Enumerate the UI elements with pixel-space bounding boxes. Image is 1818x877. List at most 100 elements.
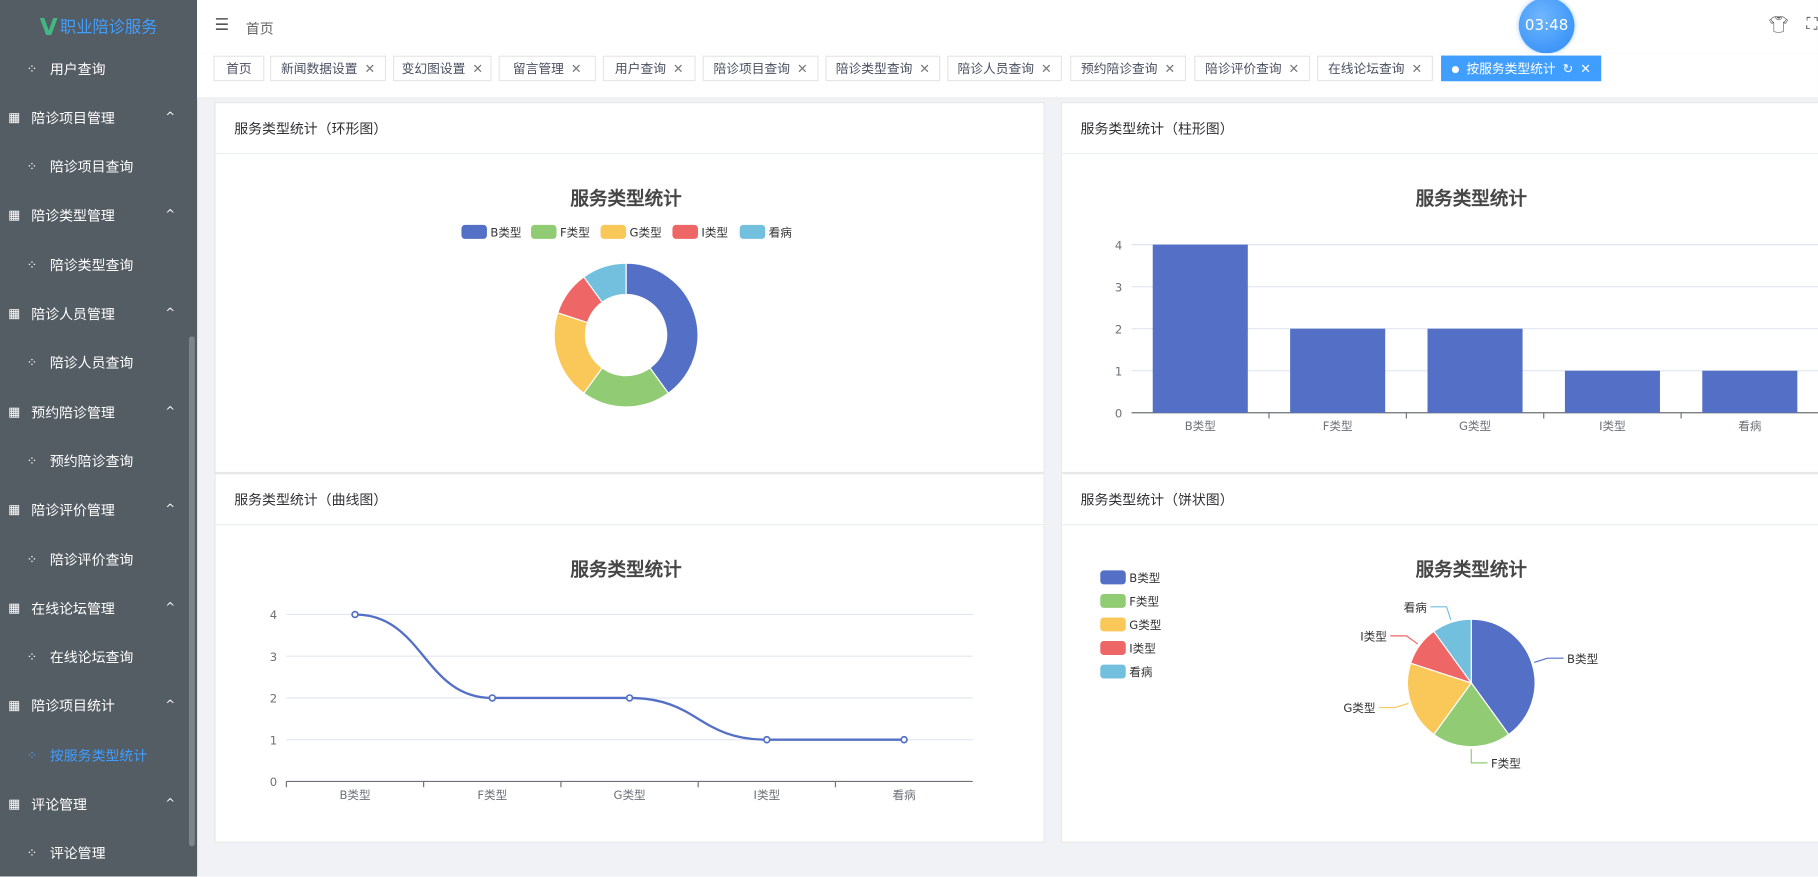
slice-label-0: B类型 — [1567, 652, 1599, 666]
app-title: 职业陪诊服务 — [59, 18, 158, 38]
label-line-1 — [1470, 748, 1488, 764]
tab-2[interactable]: 变幻图设置 ✕ — [393, 55, 492, 82]
breadcrumb[interactable]: 首页 — [246, 19, 274, 39]
bar-2 — [1427, 328, 1523, 413]
sidebar-group-15[interactable]: ▦ 评论管理 ^ — [0, 781, 191, 827]
pie-chart-card: 服务类型统计（饼状图） 服务类型统计 B类型 F类型 G类型 I类型 看病 B类型 F类型 G类… — [1060, 473, 1818, 843]
x-tick-label: F类型 — [1323, 419, 1353, 433]
legend-label-0: B类型 — [1129, 571, 1161, 585]
bar-3 — [1564, 370, 1660, 413]
tab-8[interactable]: 预约陪诊查询 ✕ — [1070, 55, 1187, 82]
tab-3[interactable]: 留言管理 ✕ — [498, 55, 596, 82]
sidebar-item-10[interactable]: ⁘ 陪诊评价查询 — [0, 536, 191, 582]
close-icon[interactable]: ✕ — [919, 61, 930, 76]
apps-icon: ⁘ — [26, 551, 38, 567]
slice-label-3: I类型 — [1360, 630, 1387, 644]
fullscreen-icon[interactable]: ⛶ — [1806, 15, 1817, 34]
tab-4[interactable]: 用户查询 ✕ — [602, 55, 696, 82]
sidebar-group-11[interactable]: ▦ 在线论坛管理 ^ — [0, 585, 191, 631]
card-title: 服务类型统计（曲线图） — [215, 474, 1044, 526]
tab-5[interactable]: 陪诊项目查询 ✕ — [702, 55, 819, 82]
tab-1[interactable]: 新闻数据设置 ✕ — [270, 55, 387, 82]
close-icon[interactable]: ✕ — [472, 61, 483, 76]
label-line-4 — [1430, 606, 1452, 621]
tab-label: 变幻图设置 — [401, 61, 466, 77]
close-icon[interactable]: ✕ — [1164, 61, 1175, 76]
sidebar-item-label: 陪诊项目统计 — [31, 698, 115, 715]
legend-swatch-3 — [1100, 641, 1126, 655]
sidebar-item-14[interactable]: ⁘ 按服务类型统计 — [0, 732, 191, 778]
sidebar-group-1[interactable]: ▦ 陪诊项目管理 ^ — [0, 94, 191, 140]
vue-logo-icon: V — [39, 12, 58, 41]
sidebar-group-5[interactable]: ▦ 陪诊人员管理 ^ — [0, 290, 191, 336]
card-title: 服务类型统计（柱形图） — [1062, 103, 1818, 155]
sidebar-group-3[interactable]: ▦ 陪诊类型管理 ^ — [0, 192, 191, 238]
close-icon[interactable]: ✕ — [673, 61, 684, 76]
x-tick-label: G类型 — [1459, 419, 1492, 433]
sidebar-item-2[interactable]: ⁘ 陪诊项目查询 — [0, 143, 191, 189]
sidebar-item-label: 陪诊项目管理 — [31, 109, 115, 127]
sidebar-item-12[interactable]: ⁘ 在线论坛查询 — [0, 634, 191, 680]
sidebar-item-0[interactable]: ⁘ 用户查询 — [0, 45, 191, 91]
sidebar-item-4[interactable]: ⁘ 陪诊类型查询 — [0, 241, 191, 287]
theme-shirt-icon[interactable]: 👕︎ — [1768, 16, 1789, 35]
x-tick-label: F类型 — [477, 788, 507, 802]
grid-icon: ▦ — [8, 796, 21, 812]
pie-chart: 服务类型统计B类型F类型G类型I类型看病B类型F类型G类型I类型看病 — [1100, 559, 1599, 771]
tab-11[interactable]: ● 按服务类型统计 ↻ ✕ — [1441, 55, 1602, 82]
tab-9[interactable]: 陪诊评价查询 ✕ — [1194, 55, 1311, 82]
chevron-up-icon: ^ — [165, 307, 176, 320]
close-icon[interactable]: ✕ — [797, 61, 808, 76]
chevron-up-icon: ^ — [165, 405, 176, 419]
x-tick-label: B类型 — [339, 788, 371, 802]
sidebar-item-label: 按服务类型统计 — [49, 747, 148, 764]
label-line-3 — [1390, 635, 1419, 645]
grid-icon: ▦ — [8, 502, 21, 518]
tab-0[interactable]: 首页 — [213, 55, 265, 82]
legend-swatch-0 — [461, 224, 487, 239]
legend-label-3: I类型 — [701, 226, 728, 240]
legend-swatch-2 — [600, 224, 627, 239]
close-icon[interactable]: ✕ — [1289, 61, 1300, 76]
sidebar-item-16[interactable]: ⁘ 评论管理 — [0, 830, 191, 876]
legend-swatch-3 — [672, 224, 698, 239]
chart-title: 服务类型统计 — [1416, 559, 1528, 581]
card-title: 服务类型统计（环形图） — [215, 103, 1044, 155]
apps-icon: ⁘ — [26, 257, 38, 273]
tab-label: 预约陪诊查询 — [1081, 61, 1158, 77]
close-icon[interactable]: ✕ — [1411, 61, 1422, 76]
refresh-icon[interactable]: ↻ — [1563, 61, 1574, 76]
legend-label-2: G类型 — [1129, 618, 1162, 632]
hamburger-icon[interactable]: ☰ — [214, 16, 229, 35]
close-icon[interactable]: ✕ — [1580, 61, 1591, 76]
tab-6[interactable]: 陪诊类型查询 ✕ — [825, 55, 941, 82]
sidebar-item-label: 预约陪诊查询 — [49, 453, 134, 470]
sidebar-item-label: 评论管理 — [49, 845, 106, 862]
sidebar-group-7[interactable]: ▦ 预约陪诊管理 ^ — [0, 389, 191, 435]
close-icon[interactable]: ✕ — [365, 61, 376, 76]
sidebar-item-label: 在线论坛管理 — [31, 600, 115, 617]
x-tick-label: B类型 — [1185, 419, 1217, 433]
donut-chart-card: 服务类型统计（环形图） 服务类型统计 B类型 F类型 G类型 I类型 看病 — [214, 102, 1045, 474]
sidebar-item-label: 陪诊人员查询 — [49, 355, 134, 372]
tab-label: 新闻数据设置 — [281, 61, 358, 77]
slice-label-4: 看病 — [1404, 600, 1428, 614]
tab-label: 按服务类型统计 — [1466, 61, 1556, 77]
sidebar-item-label: 用户查询 — [49, 60, 106, 78]
x-tick-label: I类型 — [1599, 419, 1626, 433]
tab-7[interactable]: 陪诊人员查询 ✕ — [947, 55, 1063, 82]
slice-label-2: G类型 — [1343, 701, 1376, 715]
top-header: ☰ 首页 👕︎ ⛶ — [197, 0, 1818, 55]
sidebar-group-13[interactable]: ▦ 陪诊项目统计 ^ — [0, 683, 191, 729]
sidebar-item-8[interactable]: ⁘ 预约陪诊查询 — [0, 438, 191, 484]
sidebar-item-6[interactable]: ⁘ 陪诊人员查询 — [0, 339, 191, 385]
close-icon[interactable]: ✕ — [571, 61, 582, 76]
card-title: 服务类型统计（饼状图） — [1062, 474, 1818, 526]
sidebar-item-label: 陪诊评价管理 — [31, 502, 115, 519]
apps-icon: ⁘ — [26, 453, 38, 469]
tab-10[interactable]: 在线论坛查询 ✕ — [1317, 55, 1434, 82]
close-icon[interactable]: ✕ — [1041, 61, 1052, 76]
sidebar-group-9[interactable]: ▦ 陪诊评价管理 ^ — [0, 487, 191, 533]
chart-title: 服务类型统计 — [570, 559, 682, 581]
sidebar-scrollbar[interactable] — [188, 336, 195, 847]
